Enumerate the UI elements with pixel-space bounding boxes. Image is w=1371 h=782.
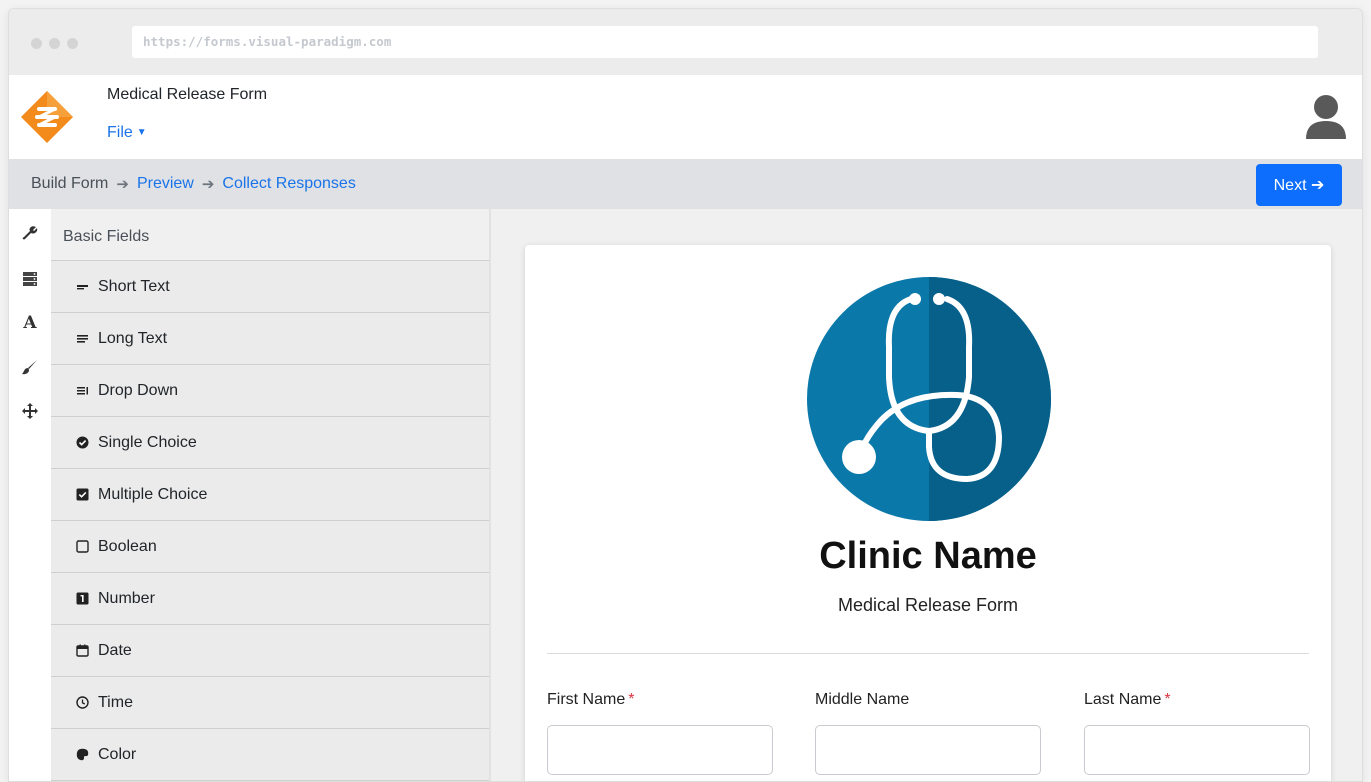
clinic-name: Clinic Name (819, 535, 1037, 577)
app-header: Medical Release Form File ▼ (9, 75, 1362, 159)
field-label: Date (98, 641, 132, 659)
file-menu[interactable]: File ▼ (107, 124, 147, 142)
next-button[interactable]: Next ➔ (1256, 164, 1342, 206)
user-avatar-icon[interactable] (1304, 93, 1348, 141)
clock-icon (76, 696, 89, 709)
last-name-label: Last Name * (1084, 691, 1310, 713)
dropdown-icon (76, 384, 89, 397)
check-circle-icon (76, 436, 89, 449)
form-title: Medical Release Form (107, 86, 268, 103)
step-build-form: Build Form (31, 175, 109, 192)
brush-icon[interactable] (20, 357, 40, 377)
field-label: Single Choice (98, 433, 197, 451)
first-name-input[interactable] (547, 725, 773, 775)
last-name-label-text: Last Name (1084, 691, 1162, 708)
field-label: Drop Down (98, 381, 179, 399)
field-label: Boolean (98, 537, 157, 555)
field-boolean[interactable]: Boolean (51, 521, 489, 573)
tool-rail: A (9, 209, 51, 781)
divider (547, 653, 1309, 654)
palette-icon (76, 748, 89, 761)
arrow-right-icon: ➔ (116, 176, 129, 193)
step-preview[interactable]: Preview (137, 175, 194, 193)
last-name-group: Last Name * (1084, 691, 1310, 775)
middle-name-group: Middle Name (815, 691, 1041, 775)
form-subtitle: Medical Release Form (837, 595, 1019, 615)
font-icon[interactable]: A (20, 313, 40, 333)
caret-down-icon: ▼ (136, 127, 147, 138)
maximize-dot[interactable] (67, 38, 78, 49)
field-color[interactable]: Color (51, 729, 489, 781)
middle-name-input[interactable] (815, 725, 1041, 775)
address-bar[interactable]: https://forms.visual-paradigm.com (132, 26, 1318, 58)
first-name-group: First Name * (547, 691, 773, 775)
middle-name-label: Middle Name (815, 691, 1041, 713)
builder-workspace: A Basic Fields Short Text Long Text Drop… (9, 209, 1362, 781)
breadcrumb: Build Form ➔ Preview ➔ Collect Responses (31, 175, 356, 193)
check-square-icon (76, 488, 89, 501)
calendar-icon (76, 644, 89, 657)
next-button-label: Next (1273, 177, 1307, 194)
field-drop-down[interactable]: Drop Down (51, 365, 489, 417)
field-short-text[interactable]: Short Text (51, 261, 489, 313)
window-controls (31, 38, 78, 49)
wrench-icon[interactable] (20, 223, 40, 243)
stethoscope-logo (807, 277, 1051, 521)
first-name-label: First Name * (547, 691, 773, 713)
field-number[interactable]: Number (51, 573, 489, 625)
move-icon[interactable] (20, 401, 40, 421)
short-text-icon (76, 280, 89, 293)
arrow-right-icon: ➔ (1310, 177, 1325, 194)
form-card: Clinic Name Medical Release Form First N… (525, 245, 1331, 781)
long-text-icon (76, 332, 89, 345)
field-label: Long Text (98, 329, 168, 347)
close-dot[interactable] (31, 38, 42, 49)
field-long-text[interactable]: Long Text (51, 313, 489, 365)
basic-fields-header: Basic Fields (51, 209, 489, 261)
field-date[interactable]: Date (51, 625, 489, 677)
last-name-input[interactable] (1084, 725, 1310, 775)
required-marker: * (1164, 691, 1171, 708)
square-icon (76, 540, 89, 553)
field-label: Color (98, 745, 137, 763)
basic-fields-panel: Basic Fields Short Text Long Text Drop D… (51, 209, 491, 781)
first-name-label-text: First Name (547, 691, 626, 708)
required-marker: * (628, 691, 635, 708)
browser-window: https://forms.visual-paradigm.com Medica… (8, 8, 1363, 782)
number-icon (76, 592, 89, 605)
field-single-choice[interactable]: Single Choice (51, 417, 489, 469)
field-multiple-choice[interactable]: Multiple Choice (51, 469, 489, 521)
minimize-dot[interactable] (49, 38, 60, 49)
field-label: Multiple Choice (98, 485, 208, 503)
browser-chrome: https://forms.visual-paradigm.com (9, 9, 1362, 75)
form-canvas: Clinic Name Medical Release Form First N… (493, 209, 1362, 781)
file-menu-label: File (107, 124, 133, 141)
step-collect-responses[interactable]: Collect Responses (222, 175, 355, 193)
fields-icon[interactable] (20, 269, 40, 289)
arrow-right-icon: ➔ (201, 176, 215, 193)
field-label: Number (98, 589, 155, 607)
field-time[interactable]: Time (51, 677, 489, 729)
field-label: Short Text (98, 277, 170, 295)
field-label: Time (98, 693, 133, 711)
visual-paradigm-logo (21, 91, 73, 143)
middle-name-label-text: Middle Name (815, 691, 910, 708)
steps-bar: Build Form ➔ Preview ➔ Collect Responses… (9, 159, 1362, 209)
